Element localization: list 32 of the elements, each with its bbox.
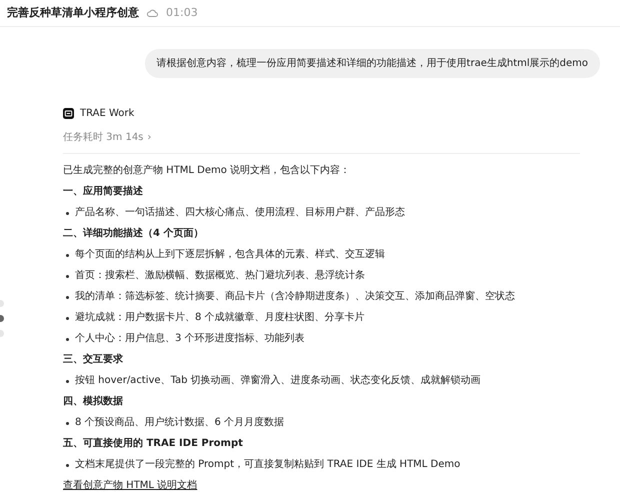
bullet-icon xyxy=(66,464,69,466)
section-heading: 三、交互要求 xyxy=(63,353,124,367)
user-message-bubble: 请根据创意内容，梳理一份应用简要描述和详细的功能描述，用于使用trae生成html展示的demo xyxy=(144,49,600,78)
bullet-icon xyxy=(66,380,69,382)
bullet-text: 个人中心：用户信息、3 个环形进度指标、功能列表 xyxy=(75,332,305,346)
bullet-text: 按钮 hover/active、Tab 切换动画、弹窗滑入、进度条动画、状态变化反馈、成就解锁动画 xyxy=(75,374,481,388)
task-duration-button[interactable]: 任务耗时 3m 14s › xyxy=(63,130,152,145)
section-heading: 二、详细功能描述（4 个页面） xyxy=(63,227,204,241)
bullet-icon xyxy=(66,254,69,256)
bullet-icon xyxy=(66,274,69,278)
bullet-icon xyxy=(66,296,69,298)
cloud-icon xyxy=(147,9,158,17)
bullet-text: 产品名称、一句话描述、四大核心痛点、使用流程、目标用户群、产品形态 xyxy=(75,206,405,220)
section-heading: 一、应用简要描述 xyxy=(63,185,144,199)
bullet-text: 文档末尾提供了一段完整的 Prompt，可直接复制粘贴到 TRAE IDE 生成 HTML Demo xyxy=(75,458,460,472)
section-heading: 五、可直接使用的 TRAE IDE Prompt xyxy=(63,437,244,451)
bullet-icon xyxy=(66,422,69,424)
bullet-text: 首页：搜索栏、激励横幅、数据概览、热门避坑列表、悬浮统计条 xyxy=(75,269,365,283)
bullet-text: 每个页面的结构从上到下逐层拆解，包含具体的元素、样式、交互逻辑 xyxy=(75,248,385,262)
intro-text: 已生成完整的创意产物 HTML Demo 说明文档，包含以下内容： xyxy=(63,164,352,178)
section-heading: 四、模拟数据 xyxy=(63,395,124,409)
bullet-icon xyxy=(66,338,69,340)
agent-name: TRAE Work xyxy=(80,107,134,121)
bullet-text: 避坑成就：用户数据卡片、8 个成就徽章、月度柱状图、分享卡片 xyxy=(75,311,365,325)
save-time: 01:03 xyxy=(166,4,198,21)
document-link[interactable]: 查看创意产物 HTML 说明文档 xyxy=(63,479,198,493)
bullet-icon xyxy=(66,316,69,320)
bullet-text: 我的清单：筛选标签、统计摘要、商品卡片（含冷静期进度条）、决策交互、添加商品弹窗、空状态 xyxy=(75,290,515,304)
agent-logo-icon xyxy=(63,108,74,119)
page-title: 完善反种草清单小程序创意 xyxy=(7,4,139,21)
bullet-icon xyxy=(66,212,69,214)
bullet-text: 8 个预设商品、用户统计数据、6 个月月度数据 xyxy=(75,416,284,430)
